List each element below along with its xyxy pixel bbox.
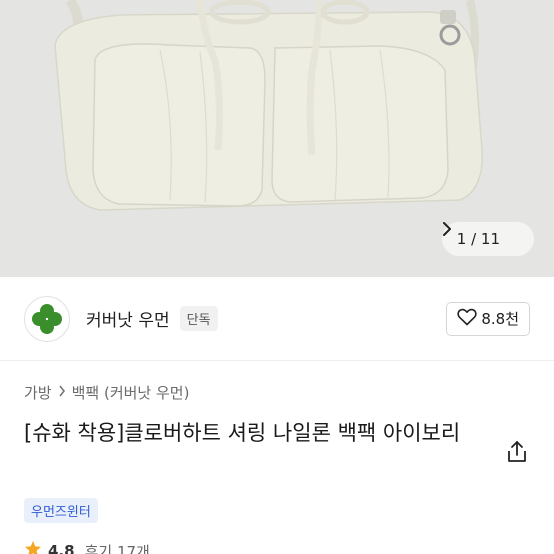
tag-badge[interactable]: 우먼즈윈터 — [24, 498, 98, 523]
shop-logo-icon[interactable] — [24, 295, 70, 342]
shop-name[interactable]: 커버낫 우먼 — [86, 306, 170, 331]
heart-icon — [457, 308, 477, 330]
share-icon[interactable] — [506, 440, 528, 464]
shop-row[interactable]: 커버낫 우먼 단독 8.8천 — [0, 277, 554, 361]
chevron-right-icon — [442, 222, 522, 246]
breadcrumb-item-subcategory[interactable]: 백팩 (커버낫 우먼) — [72, 382, 190, 403]
like-button[interactable]: 8.8천 — [446, 301, 530, 336]
image-page-counter-text: 1 / 11 — [456, 230, 500, 248]
product-title: [슈화 착용]클로버하트 셔링 나일론 백팩 아이보리 — [24, 421, 461, 445]
exclusive-badge: 단독 — [179, 306, 218, 331]
rating-row[interactable]: 4.8 후기 17개 — [24, 540, 150, 554]
chevron-right-icon — [58, 385, 66, 401]
review-count[interactable]: 후기 17개 — [85, 541, 150, 554]
image-page-counter[interactable]: 1 / 11 — [441, 222, 534, 256]
rating-score: 4.8 — [48, 542, 75, 554]
star-icon — [24, 540, 42, 554]
breadcrumb: 가방 백팩 (커버낫 우먼) — [24, 382, 189, 403]
product-image[interactable]: 1 / 11 — [0, 0, 554, 277]
breadcrumb-item-category[interactable]: 가방 — [24, 382, 52, 403]
like-count: 8.8천 — [481, 310, 519, 328]
